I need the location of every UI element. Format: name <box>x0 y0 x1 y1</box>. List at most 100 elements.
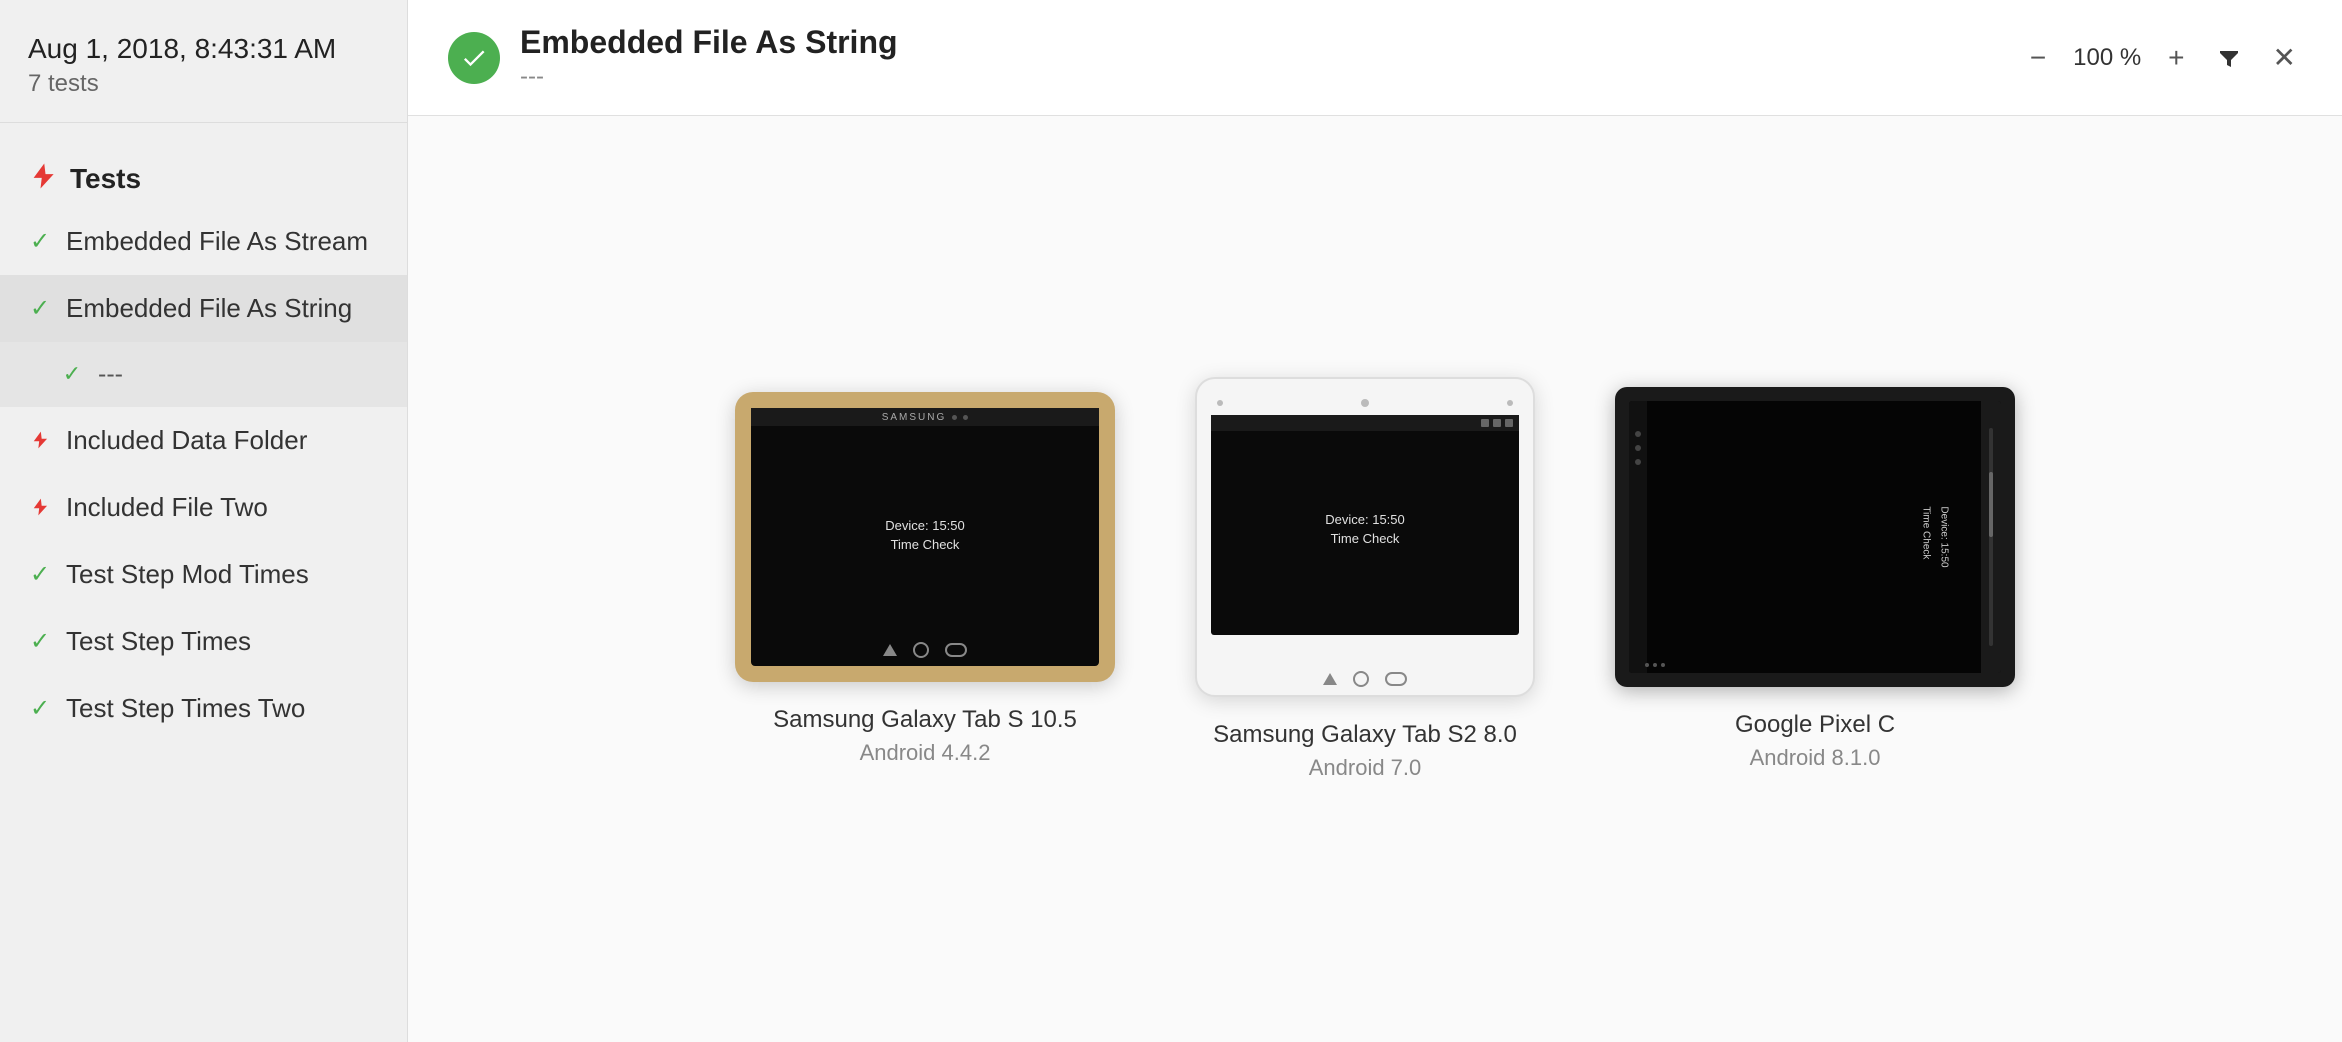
tablet-nav-s105 <box>883 642 967 658</box>
dot1 <box>1635 431 1641 437</box>
device-name-pixelc: Google Pixel C <box>1735 711 1895 739</box>
check-icon: ✓ <box>28 296 52 320</box>
bolt-icon <box>28 428 52 452</box>
dot3 <box>1661 663 1665 667</box>
check-icon: ✓ <box>28 696 52 720</box>
right-bar <box>1981 401 2001 673</box>
sidebar-item-label: Included Data Folder <box>66 425 307 456</box>
screen-inner-pixelc: Device: 15:50Time Check <box>1629 401 2001 673</box>
home-btn <box>1353 671 1369 687</box>
device-grid: SAMSUNG Device: 15:50Time Check <box>408 116 2342 1042</box>
status-bar-s2 <box>1211 415 1519 431</box>
header-subtitle: --- <box>520 63 2004 91</box>
tests-label: Tests <box>70 163 141 195</box>
sidebar-item-test-step-times[interactable]: ✓ Test Step Times <box>0 608 407 675</box>
scrollbar-thumb <box>1989 472 1993 537</box>
screen-inner-s105: SAMSUNG Device: 15:50Time Check <box>751 408 1099 666</box>
recents-btn <box>1385 672 1407 686</box>
back-btn <box>1323 673 1337 685</box>
sidebar-item-label: Included File Two <box>66 492 268 523</box>
dot3 <box>1635 459 1641 465</box>
header-text: Embedded File As String --- <box>520 24 2004 91</box>
device-os-pixelc: Android 8.1.0 <box>1750 745 1881 771</box>
scrollbar <box>1989 428 1993 646</box>
sidebar-header: Aug 1, 2018, 8:43:31 AM 7 tests <box>0 0 407 123</box>
dot1 <box>1645 663 1649 667</box>
device-screen-s105: SAMSUNG Device: 15:50Time Check <box>735 392 1115 682</box>
back-btn <box>883 644 897 656</box>
device-rotated-text: Device: 15:50Time Check <box>1920 506 1949 567</box>
tablet-pixelc: Device: 15:50Time Check <box>1615 387 2015 687</box>
speaker2 <box>1507 400 1513 406</box>
tests-bolt-icon <box>28 161 58 198</box>
device-card-samsung-tab-s-105: SAMSUNG Device: 15:50Time Check <box>735 392 1115 766</box>
dot2 <box>1653 663 1657 667</box>
filter-button[interactable] <box>2211 40 2247 76</box>
signal-icon <box>1481 419 1489 427</box>
sidebar-item-label: --- <box>98 360 123 389</box>
device-screen-text-s2: Device: 15:50Time Check <box>1325 510 1405 549</box>
screen-content-s2: Device: 15:50Time Check <box>1325 502 1405 549</box>
sidebar-count: 7 tests <box>28 70 379 98</box>
main-header: Embedded File As String --- − 100 % + ✕ <box>408 0 2342 116</box>
sidebar-item-label: Test Step Times <box>66 626 251 657</box>
sidebar: Aug 1, 2018, 8:43:31 AM 7 tests Tests ✓ … <box>0 0 408 1042</box>
sidebar-item-test-step-times-two[interactable]: ✓ Test Step Times Two <box>0 675 407 742</box>
device-name-s105: Samsung Galaxy Tab S 10.5 <box>773 706 1077 734</box>
device-screen-s2: Device: 15:50Time Check <box>1195 377 1535 697</box>
screen-top-bar: SAMSUNG <box>751 408 1099 426</box>
sidebar-item-included-data-folder[interactable]: Included Data Folder <box>0 407 407 474</box>
home-btn <box>913 642 929 658</box>
sidebar-item-label: Embedded File As String <box>66 293 352 324</box>
sidebar-item-embedded-file-stream[interactable]: ✓ Embedded File As Stream <box>0 208 407 275</box>
sidebar-item-embedded-file-string[interactable]: ✓ Embedded File As String <box>0 275 407 342</box>
sidebar-item-dashes[interactable]: ✓ --- <box>0 342 407 407</box>
device-os-s105: Android 4.4.2 <box>860 740 991 766</box>
sidebar-section-tests: Tests <box>0 151 407 208</box>
dot1 <box>952 415 957 420</box>
device-card-samsung-tab-s2-80: Device: 15:50Time Check Samsung Galaxy T… <box>1195 377 1535 781</box>
pass-status-icon <box>448 32 500 84</box>
header-controls: − 100 % + ✕ <box>2024 35 2302 80</box>
tablet-top-bar <box>1211 399 1519 407</box>
check-icon: ✓ <box>28 562 52 586</box>
bolt-icon <box>28 495 52 519</box>
sidebar-item-included-file-two[interactable]: Included File Two <box>0 474 407 541</box>
screen-content: Device: 15:50Time Check <box>885 492 965 583</box>
zoom-level: 100 % <box>2072 44 2142 72</box>
zoom-in-button[interactable]: + <box>2162 36 2190 80</box>
bottom-dots <box>1645 663 1665 667</box>
wifi-icon <box>1493 419 1501 427</box>
speaker1 <box>1217 400 1223 406</box>
check-icon: ✓ <box>60 362 84 386</box>
tablet-nav-s2 <box>1323 671 1407 687</box>
battery-icon <box>1505 419 1513 427</box>
close-button[interactable]: ✕ <box>2267 35 2302 80</box>
rotated-text-container: Device: 15:50Time Check <box>1918 506 1954 567</box>
sidebar-item-label: Embedded File As Stream <box>66 226 368 257</box>
dot2 <box>963 415 968 420</box>
dot2 <box>1635 445 1641 451</box>
main-content: Embedded File As String --- − 100 % + ✕ <box>408 0 2342 1042</box>
left-bar <box>1629 401 1647 673</box>
recents-btn <box>945 643 967 657</box>
tablet-s2: Device: 15:50Time Check <box>1195 377 1535 697</box>
device-os-s2: Android 7.0 <box>1309 755 1422 781</box>
sidebar-item-test-step-mod-times[interactable]: ✓ Test Step Mod Times <box>0 541 407 608</box>
sidebar-item-label: Test Step Times Two <box>66 693 305 724</box>
brand-text: SAMSUNG <box>882 412 947 423</box>
device-card-google-pixel-c: Device: 15:50Time Check Google Pixel C A… <box>1615 387 2015 771</box>
zoom-out-button[interactable]: − <box>2024 36 2052 80</box>
screen-inner-s2: Device: 15:50Time Check <box>1211 415 1519 635</box>
device-screen-pixelc: Device: 15:50Time Check <box>1615 387 2015 687</box>
header-title: Embedded File As String <box>520 24 2004 61</box>
check-icon: ✓ <box>28 629 52 653</box>
tablet-s105: SAMSUNG Device: 15:50Time Check <box>735 392 1115 682</box>
device-name-s2: Samsung Galaxy Tab S2 8.0 <box>1213 721 1517 749</box>
check-icon: ✓ <box>28 229 52 253</box>
camera <box>1361 399 1369 407</box>
sidebar-nav: Tests ✓ Embedded File As Stream ✓ Embedd… <box>0 123 407 1042</box>
sidebar-date: Aug 1, 2018, 8:43:31 AM <box>28 32 379 66</box>
device-screen-text-s105: Device: 15:50Time Check <box>885 516 965 555</box>
sidebar-item-label: Test Step Mod Times <box>66 559 309 590</box>
